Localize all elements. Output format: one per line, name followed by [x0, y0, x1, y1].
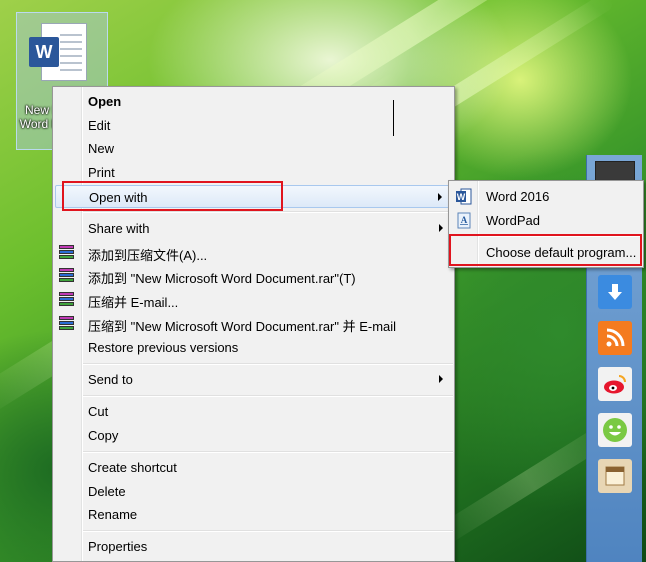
download-icon[interactable] — [598, 275, 632, 309]
menu-item-edit[interactable]: Edit — [55, 114, 454, 137]
menu-item-cut[interactable]: Cut — [55, 400, 454, 423]
submenu-arrow-icon — [438, 193, 442, 201]
menu-separator — [83, 211, 453, 213]
submenu-arrow-icon — [439, 224, 443, 232]
menu-item-open[interactable]: Open — [55, 90, 454, 113]
menu-item-send-to[interactable]: Send to — [55, 368, 454, 391]
menu-item-add-to-rar[interactable]: 添加到 "New Microsoft Word Document.rar"(T) — [55, 264, 454, 287]
menu-item-properties[interactable]: Properties — [55, 535, 454, 558]
smiley-icon[interactable] — [598, 413, 632, 447]
weibo-icon[interactable] — [598, 367, 632, 401]
menu-item-add-to-archive[interactable]: 添加到压缩文件(A)... — [55, 241, 454, 264]
wordpad-icon: A — [456, 212, 472, 229]
menu-separator — [83, 530, 453, 532]
winrar-icon — [58, 315, 75, 332]
submenu-item-wordpad[interactable]: A WordPad — [451, 209, 643, 232]
menu-separator — [83, 395, 453, 397]
menu-item-rename[interactable]: Rename — [55, 503, 454, 526]
menu-item-copy[interactable]: Copy — [55, 424, 454, 447]
annotation-box-choose-default-program — [449, 234, 642, 266]
rss-icon[interactable] — [598, 321, 632, 355]
menu-item-delete[interactable]: Delete — [55, 480, 454, 503]
submenu-item-word-2016[interactable]: W Word 2016 — [451, 185, 643, 208]
svg-text:W: W — [457, 192, 466, 202]
word-icon: W — [29, 37, 59, 67]
annotation-box-open-with — [62, 181, 283, 211]
note-icon[interactable] — [598, 459, 632, 493]
word-icon: W — [456, 188, 472, 205]
menu-separator — [83, 363, 453, 365]
menu-item-share-with[interactable]: Share with — [55, 217, 454, 240]
winrar-icon — [58, 244, 75, 261]
menu-item-restore-previous-versions[interactable]: Restore previous versions — [55, 336, 454, 359]
menu-item-new[interactable]: New — [55, 137, 454, 160]
submenu-arrow-icon — [439, 375, 443, 383]
winrar-icon — [58, 267, 75, 284]
menu-item-create-shortcut[interactable]: Create shortcut — [55, 456, 454, 479]
menu-item-compress-rar-email[interactable]: 压缩到 "New Microsoft Word Document.rar" 并 … — [55, 312, 454, 335]
svg-text:A: A — [461, 215, 468, 225]
menu-separator — [83, 451, 453, 453]
menu-item-compress-email[interactable]: 压缩并 E-mail... — [55, 288, 454, 311]
winrar-icon — [58, 291, 75, 308]
context-menu: Open Edit New Print Open with Share with… — [52, 86, 455, 562]
